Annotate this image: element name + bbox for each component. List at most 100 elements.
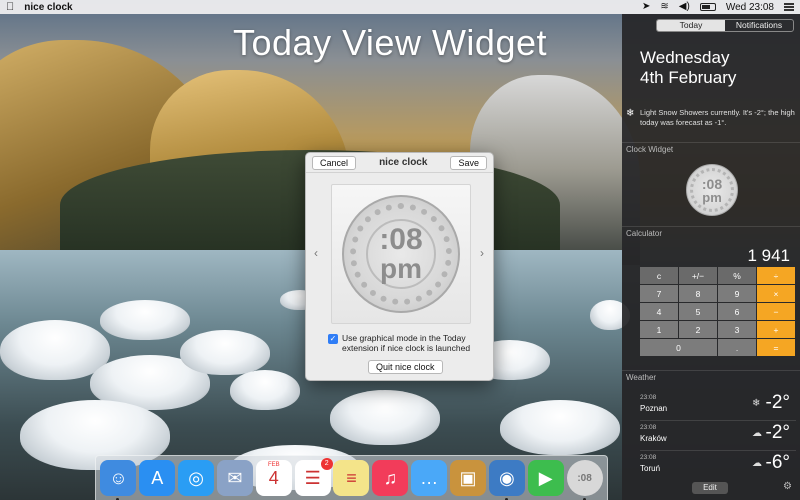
apple-icon[interactable]:  xyxy=(6,1,14,13)
weather-time: 23:08 xyxy=(640,394,657,401)
mail-icon[interactable]: ✉ xyxy=(216,460,253,496)
desktop-title: Today View Widget xyxy=(233,22,547,63)
facetime-icon[interactable]: ▶ xyxy=(527,460,564,496)
dock: ☺ A ◎ ✉ FEB 4 ☰ 2 ≡ ♫… ▣ ◉ ▶:08 xyxy=(95,455,608,500)
calculator-key[interactable]: 8 xyxy=(679,285,717,302)
calculator-key[interactable]: 4 xyxy=(640,303,678,320)
calculator-key[interactable]: + xyxy=(757,321,795,338)
calculator-key[interactable]: 1 xyxy=(640,321,678,338)
weather-city: Poznan xyxy=(640,404,668,413)
calculator-key[interactable]: 9 xyxy=(718,285,756,302)
nice-clock-icon[interactable]: :08 xyxy=(566,460,603,500)
clock-preview: :08 pm xyxy=(331,184,471,324)
notification-centre-icon[interactable] xyxy=(784,3,794,11)
graphical-mode-checkbox[interactable]: ✓ xyxy=(328,334,338,344)
snow-icon: ❄ xyxy=(626,108,635,119)
nc-tab-control: Today Notifications xyxy=(656,19,794,32)
snow-icon: ❄ xyxy=(752,398,761,409)
tweetbot-icon[interactable]: ◉ xyxy=(488,460,525,500)
archive-utility-icon[interactable]: ▣ xyxy=(450,460,487,496)
clock-minutes: :08 xyxy=(379,223,423,256)
calculator-heading: Calculator xyxy=(626,229,663,238)
calendar-month: FEB xyxy=(267,462,280,468)
dock-glyph: … xyxy=(420,467,439,488)
app-store-icon[interactable]: A xyxy=(139,460,176,496)
weather-time: 23:08 xyxy=(640,454,657,461)
messages-icon[interactable]: … xyxy=(411,460,448,496)
menu-bar:  nice clock ➤ ≋ ◀) Wed 23:08 xyxy=(0,0,800,14)
dock-glyph: ☰ xyxy=(304,467,321,488)
cloud-icon: ☁ xyxy=(752,428,762,439)
weather-city: Toruń xyxy=(640,464,661,473)
calendar-icon[interactable]: FEB 4 xyxy=(255,460,292,496)
weather-row[interactable]: 23:08 Poznan ❄ -2° xyxy=(640,392,796,422)
app-menu-name[interactable]: nice clock xyxy=(24,2,72,13)
edit-button[interactable]: Edit xyxy=(692,482,728,494)
notes-icon[interactable]: ≡ xyxy=(333,460,370,496)
next-style-arrow-icon[interactable]: › xyxy=(480,246,484,260)
calculator-key[interactable]: − xyxy=(757,303,795,320)
calculator-keypad: c +/−% ÷ 7 8 9 × 4 5 6− 1 2 3 +0. = xyxy=(640,267,796,356)
calculator-key[interactable]: +/− xyxy=(679,267,717,284)
weather-temperature: -6° xyxy=(765,452,791,473)
gear-icon[interactable]: ⚙ xyxy=(783,481,792,492)
calculator-key[interactable]: = xyxy=(757,339,795,356)
calculator-display: 1 941 xyxy=(747,246,790,265)
tab-notifications[interactable]: Notifications xyxy=(725,20,793,31)
reminders-icon[interactable]: ☰ 2 xyxy=(294,458,333,496)
calculator-key[interactable]: 6 xyxy=(718,303,756,320)
calculator-key[interactable]: ÷ xyxy=(757,267,795,284)
dialog-header: Cancel nice clock Save xyxy=(306,153,493,173)
itunes-icon[interactable]: ♫ xyxy=(372,460,409,496)
calculator-key[interactable]: . xyxy=(718,339,756,356)
dock-glyph: ◎ xyxy=(188,467,204,488)
dock-glyph: ♫ xyxy=(383,467,398,488)
widget-clock-minutes: :08 xyxy=(701,175,723,192)
weather-row[interactable]: 23:08 Toruń ☁ -6° xyxy=(640,452,796,482)
calculator-key[interactable]: 3 xyxy=(718,321,756,338)
calculator-key[interactable]: % xyxy=(718,267,756,284)
wifi-icon[interactable]: ≋ xyxy=(660,2,668,12)
weather-summary: Light Snow Showers currently. It's -2°; … xyxy=(640,108,795,127)
quit-button[interactable]: Quit nice clock xyxy=(368,360,443,374)
nice-clock-dialog: Cancel nice clock Save ‹ :08 pm › ✓ Use … xyxy=(305,152,494,381)
finder-icon[interactable]: ☺ xyxy=(100,460,137,500)
widget-clock-period: pm xyxy=(702,189,722,205)
weather-row[interactable]: 23:08 Kraków ☁ -2° xyxy=(640,422,796,452)
reminders-badge: 2 xyxy=(320,458,333,470)
weather-temperature: -2° xyxy=(765,422,791,443)
dock-glyph: ✉ xyxy=(227,467,243,488)
battery-icon[interactable] xyxy=(699,3,716,11)
dock-glyph: ◉ xyxy=(499,467,515,488)
dock-glyph: ☺ xyxy=(109,467,128,488)
dock-glyph: ▣ xyxy=(459,467,477,488)
menubar-clock[interactable]: Wed 23:08 xyxy=(726,2,774,13)
clock-period: pm xyxy=(380,253,422,284)
calculator-key[interactable]: 5 xyxy=(679,303,717,320)
dock-glyph: ≡ xyxy=(346,467,357,488)
weather-city: Kraków xyxy=(640,434,667,443)
safari-icon[interactable]: ◎ xyxy=(178,460,215,496)
dialog-title: nice clock xyxy=(379,157,428,168)
graphical-mode-label: Use graphical mode in the Today extensio… xyxy=(342,333,471,353)
save-button[interactable]: Save xyxy=(450,155,487,170)
cancel-button[interactable]: Cancel xyxy=(312,155,357,170)
dock-glyph: A xyxy=(151,467,164,488)
location-arrow-icon[interactable]: ➤ xyxy=(642,2,650,12)
previous-style-arrow-icon[interactable]: ‹ xyxy=(314,246,318,260)
calculator-key[interactable]: 0 xyxy=(640,339,717,356)
widget-clock-face: :08 pm xyxy=(686,164,738,216)
snow-cloud-icon: ☁ xyxy=(752,458,762,469)
calculator-key[interactable]: c xyxy=(640,267,678,284)
calculator-key[interactable]: 7 xyxy=(640,285,678,302)
tab-today[interactable]: Today xyxy=(657,20,725,31)
calculator-key[interactable]: × xyxy=(757,285,795,302)
weather-heading: Weather xyxy=(626,373,657,382)
clock-face: :08 pm xyxy=(342,195,460,313)
volume-icon[interactable]: ◀) xyxy=(679,2,690,12)
weather-time: 23:08 xyxy=(640,424,657,431)
graphical-mode-option[interactable]: ✓ Use graphical mode in the Today extens… xyxy=(328,333,478,353)
calculator-key[interactable]: 2 xyxy=(679,321,717,338)
notification-centre: Today Notifications Wednesday 4th Februa… xyxy=(622,14,800,500)
today-date: 4th February xyxy=(640,68,737,87)
